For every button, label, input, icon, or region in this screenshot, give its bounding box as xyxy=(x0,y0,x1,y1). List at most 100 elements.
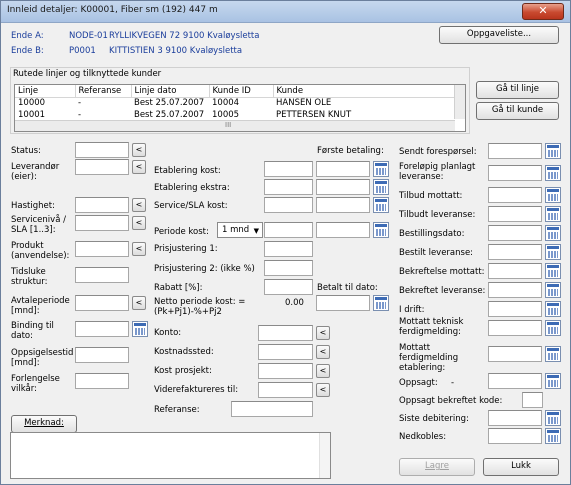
table-row[interactable]: 10000 - Best 25.07.2007 10004 HANSEN OLE xyxy=(15,97,455,109)
terminated-field[interactable] xyxy=(488,373,542,389)
establishment-cost-calendar-icon[interactable] xyxy=(373,161,389,177)
establishment-cost-first-field[interactable] xyxy=(316,161,370,177)
account-picker-button[interactable]: < xyxy=(316,326,330,340)
vertical-scrollbar[interactable] xyxy=(454,85,465,119)
binding-calendar-icon[interactable] xyxy=(132,321,148,337)
col-header[interactable]: Linje dato xyxy=(131,85,210,98)
establishment-done-calendar-icon[interactable] xyxy=(545,346,561,362)
cost-project-label: Kost prosjekt: xyxy=(154,366,212,376)
planned-delivery-calendar-icon[interactable] xyxy=(545,165,561,181)
cost-center-picker-button[interactable]: < xyxy=(316,345,330,359)
close-button[interactable]: Lukk xyxy=(483,458,559,476)
period-cost-first-field[interactable] xyxy=(316,222,370,238)
confirmation-received-calendar-icon[interactable] xyxy=(545,263,561,279)
goto-customer-button[interactable]: Gå til kunde xyxy=(476,102,559,120)
establishment-extra-first-field[interactable] xyxy=(316,179,370,195)
save-button[interactable]: Lagre xyxy=(399,458,475,476)
extension-field[interactable] xyxy=(75,373,129,389)
reference-label: Referanse: xyxy=(154,405,200,415)
contract-period-field[interactable] xyxy=(75,295,129,311)
remark-textarea[interactable] xyxy=(10,432,331,479)
col-header[interactable]: Kunde xyxy=(273,85,455,98)
horizontal-scrollbar[interactable]: III xyxy=(15,120,455,131)
service-level-field[interactable] xyxy=(75,215,129,231)
confirmed-delivery-label: Bekreftet leveranse: xyxy=(399,286,486,296)
service-cost-first-field[interactable] xyxy=(316,197,370,213)
binding-field[interactable] xyxy=(75,321,129,337)
price-adj2-field[interactable] xyxy=(264,260,313,276)
order-date-calendar-icon[interactable] xyxy=(545,225,561,241)
offer-received-calendar-icon[interactable] xyxy=(545,187,561,203)
remark-button[interactable]: Merknad: xyxy=(11,415,77,433)
period-cost-field[interactable] xyxy=(264,222,313,238)
account-label: Konto: xyxy=(154,328,182,338)
last-billing-calendar-icon[interactable] xyxy=(545,410,561,426)
sent-request-calendar-icon[interactable] xyxy=(545,143,561,159)
reinvoiced-to-picker-button[interactable]: < xyxy=(316,383,330,397)
termination-code-field[interactable] xyxy=(522,392,543,408)
ordered-delivery-calendar-icon[interactable] xyxy=(545,244,561,260)
speed-picker-button[interactable]: < xyxy=(132,198,146,212)
tech-done-field[interactable] xyxy=(488,320,542,336)
speed-field[interactable] xyxy=(75,197,129,213)
tech-done-calendar-icon[interactable] xyxy=(545,320,561,336)
close-window-button[interactable]: ✕ xyxy=(522,3,564,20)
service-level-picker-button[interactable]: < xyxy=(132,216,146,230)
status-picker-button[interactable]: < xyxy=(132,143,146,157)
reference-field[interactable] xyxy=(231,401,313,417)
order-date-field[interactable] xyxy=(488,225,542,241)
paid-until-calendar-icon[interactable] xyxy=(373,295,389,311)
remark-scrollbar[interactable] xyxy=(319,433,330,478)
service-cost-calendar-icon[interactable] xyxy=(373,197,389,213)
paid-until-field[interactable] xyxy=(316,295,370,311)
paid-until-label: Betalt til dato: xyxy=(317,283,378,293)
goto-line-button[interactable]: Gå til linje xyxy=(476,81,559,99)
in-service-field[interactable] xyxy=(488,301,542,317)
cost-center-field[interactable] xyxy=(258,344,313,360)
sent-request-field[interactable] xyxy=(488,143,542,159)
confirmed-delivery-field[interactable] xyxy=(488,282,542,298)
col-header[interactable]: Kunde ID xyxy=(209,85,274,98)
save-button-label: Lagre xyxy=(425,461,449,471)
establishment-done-field[interactable] xyxy=(488,346,542,362)
supplier-picker-button[interactable]: < xyxy=(132,160,146,174)
col-header[interactable]: Linje xyxy=(15,85,76,98)
offer-delivery-field[interactable] xyxy=(488,206,542,222)
price-adj1-field[interactable] xyxy=(264,241,313,257)
cell: HANSEN OLE xyxy=(276,98,332,109)
offer-received-field[interactable] xyxy=(488,187,542,203)
establishment-extra-field[interactable] xyxy=(264,179,313,195)
reinvoiced-to-field[interactable] xyxy=(258,382,313,398)
status-field[interactable] xyxy=(75,142,129,158)
lines-grid[interactable]: Linje Referanse Linje dato Kunde ID Kund… xyxy=(14,84,466,132)
time-slot-field[interactable] xyxy=(75,267,129,283)
service-cost-field[interactable] xyxy=(264,197,313,213)
last-billing-field[interactable] xyxy=(488,410,542,426)
cost-project-picker-button[interactable]: < xyxy=(316,364,330,378)
period-cost-calendar-icon[interactable] xyxy=(373,222,389,238)
confirmed-delivery-calendar-icon[interactable] xyxy=(545,282,561,298)
confirmation-received-label: Bekreftelse mottatt: xyxy=(399,267,485,277)
establishment-cost-field[interactable] xyxy=(264,161,313,177)
product-picker-button[interactable]: < xyxy=(132,242,146,256)
col-header[interactable]: Referanse xyxy=(75,85,132,98)
confirmation-received-field[interactable] xyxy=(488,263,542,279)
discount-field[interactable] xyxy=(264,279,313,295)
contract-period-picker-button[interactable]: < xyxy=(132,296,146,310)
tasklist-button[interactable]: Oppgaveliste... xyxy=(439,26,559,44)
time-slot-label: Tidsluke struktur: xyxy=(11,267,48,287)
planned-delivery-field[interactable] xyxy=(488,165,542,181)
cost-project-field[interactable] xyxy=(258,363,313,379)
disconnect-field[interactable] xyxy=(488,428,542,444)
establishment-extra-calendar-icon[interactable] xyxy=(373,179,389,195)
account-field[interactable] xyxy=(258,325,313,341)
in-service-calendar-icon[interactable] xyxy=(545,301,561,317)
ordered-delivery-field[interactable] xyxy=(488,244,542,260)
period-select[interactable]: 1 mnd ▼ xyxy=(217,222,263,238)
supplier-field[interactable] xyxy=(75,159,129,175)
disconnect-calendar-icon[interactable] xyxy=(545,428,561,444)
termination-field[interactable] xyxy=(75,347,129,363)
offer-delivery-calendar-icon[interactable] xyxy=(545,206,561,222)
terminated-calendar-icon[interactable] xyxy=(545,373,561,389)
product-field[interactable] xyxy=(75,241,129,257)
